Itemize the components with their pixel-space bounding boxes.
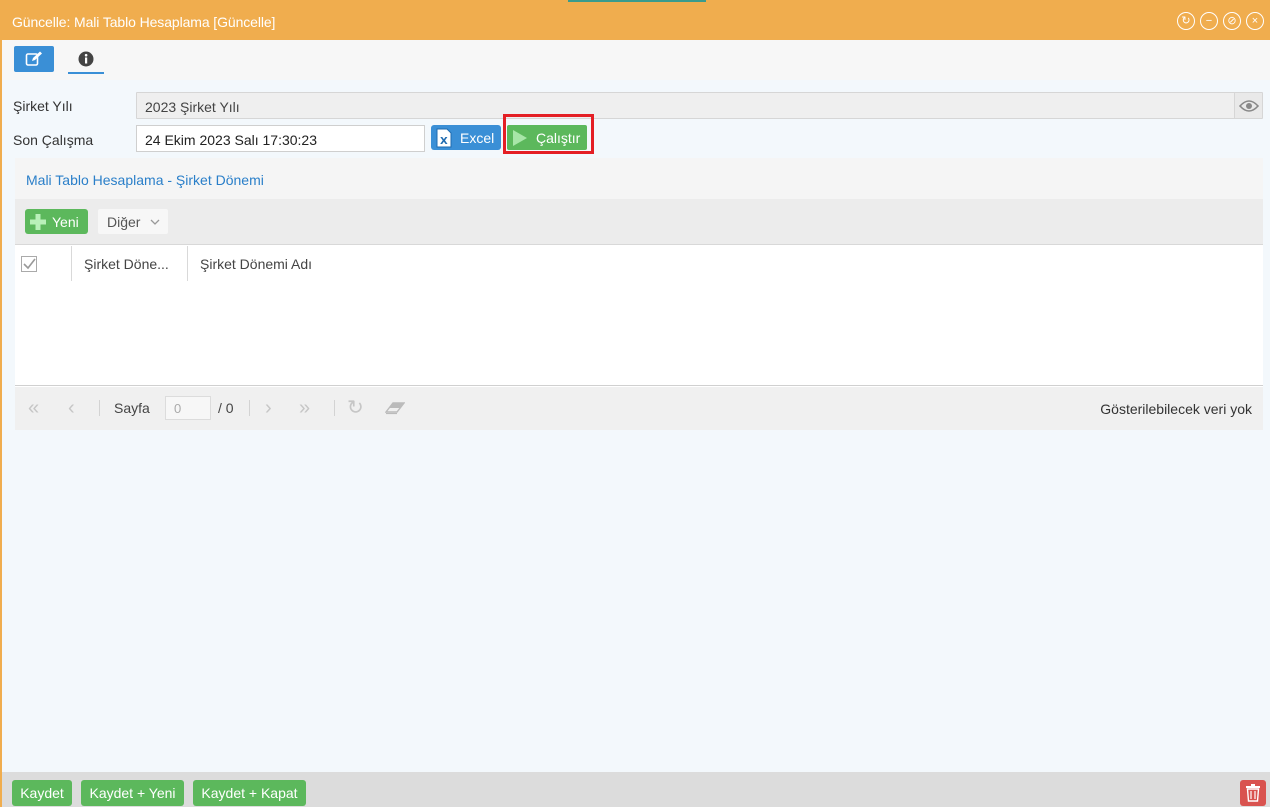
- page-label: Sayfa: [114, 400, 150, 416]
- save-close-button[interactable]: Kaydet + Kapat: [193, 780, 306, 806]
- window-title: Güncelle: Mali Tablo Hesaplama [Güncelle…: [12, 14, 276, 30]
- grid-header: Şirket Döne... Şirket Dönemi Adı: [15, 246, 1263, 282]
- footer-bar: Kaydet Kaydet + Yeni Kaydet + Kapat: [2, 772, 1270, 807]
- company-year-label: Şirket Yılı: [13, 98, 73, 114]
- new-label: Yeni: [52, 213, 79, 230]
- company-year-field[interactable]: 2023 Şirket Yılı: [136, 92, 1263, 119]
- run-label: Çalıştır: [536, 129, 581, 146]
- last-run-field[interactable]: 24 Ekim 2023 Salı 17:30:23: [136, 125, 425, 152]
- tab-info[interactable]: [68, 46, 104, 74]
- last-page-icon[interactable]: »: [299, 398, 310, 418]
- eye-icon: [1238, 99, 1259, 112]
- pager-separator: [334, 400, 335, 416]
- title-accent-strip: [568, 0, 706, 2]
- trash-icon: [1246, 784, 1260, 802]
- delete-button[interactable]: [1240, 780, 1266, 806]
- prev-page-icon[interactable]: ‹: [68, 398, 75, 418]
- panel-title: Mali Tablo Hesaplama - Şirket Dönemi: [26, 172, 264, 188]
- company-year-value: 2023 Şirket Yılı: [145, 99, 240, 115]
- edit-icon: [25, 51, 42, 66]
- eraser-icon[interactable]: [385, 401, 405, 415]
- excel-icon: X: [436, 128, 452, 147]
- column-separator: [71, 246, 72, 281]
- run-button[interactable]: Çalıştır: [507, 125, 587, 150]
- restore-icon[interactable]: ⊘: [1223, 12, 1241, 30]
- minimize-icon[interactable]: −: [1200, 12, 1218, 30]
- last-run-value: 24 Ekim 2023 Salı 17:30:23: [145, 132, 318, 148]
- grid-body: [15, 282, 1263, 386]
- next-page-icon[interactable]: ›: [265, 398, 272, 418]
- window-controls: ↻ − ⊘ ×: [1177, 12, 1264, 30]
- refresh-grid-icon[interactable]: ↻: [347, 398, 364, 418]
- update-window: Güncelle: Mali Tablo Hesaplama [Güncelle…: [0, 0, 1270, 807]
- view-button[interactable]: [1234, 93, 1262, 118]
- grid-toolbar: Yeni Diğer: [15, 199, 1263, 245]
- column-header-period-code[interactable]: Şirket Döne...: [84, 256, 169, 272]
- other-dropdown[interactable]: Diğer: [98, 209, 168, 234]
- panel-header: Mali Tablo Hesaplama - Şirket Dönemi: [15, 158, 1263, 199]
- other-label: Diğer: [107, 213, 141, 230]
- page-input[interactable]: 0: [165, 396, 211, 420]
- save-new-button[interactable]: Kaydet + Yeni: [81, 780, 184, 806]
- chevron-down-icon: [151, 219, 160, 225]
- column-separator: [187, 246, 188, 281]
- excel-label: Excel: [460, 129, 495, 146]
- pager-separator: [249, 400, 250, 416]
- select-all-checkbox[interactable]: [21, 256, 37, 272]
- pager-separator: [99, 400, 100, 416]
- refresh-icon[interactable]: ↻: [1177, 12, 1195, 30]
- svg-text:X: X: [440, 136, 448, 147]
- first-page-icon[interactable]: «: [28, 398, 39, 418]
- last-run-label: Son Çalışma: [13, 132, 94, 148]
- excel-button[interactable]: X Excel: [431, 125, 501, 150]
- tab-edit[interactable]: [14, 46, 54, 72]
- tab-bar: [2, 40, 1270, 80]
- column-header-period-name[interactable]: Şirket Dönemi Adı: [200, 256, 312, 272]
- close-icon[interactable]: ×: [1246, 12, 1264, 30]
- play-icon: [513, 129, 527, 146]
- empty-message: Gösterilebilecek veri yok: [1100, 401, 1252, 417]
- new-button[interactable]: Yeni: [25, 209, 88, 234]
- save-button[interactable]: Kaydet: [12, 780, 72, 806]
- title-bar[interactable]: Güncelle: Mali Tablo Hesaplama [Güncelle…: [2, 0, 1270, 40]
- plus-icon: [30, 213, 46, 230]
- grid-pager: « ‹ Sayfa 0 / 0 › » ↻ Gösterilebilecek v…: [15, 387, 1263, 430]
- page-total: / 0: [218, 400, 234, 416]
- info-icon: [78, 51, 94, 67]
- company-period-panel: Mali Tablo Hesaplama - Şirket Dönemi Yen…: [15, 158, 1263, 430]
